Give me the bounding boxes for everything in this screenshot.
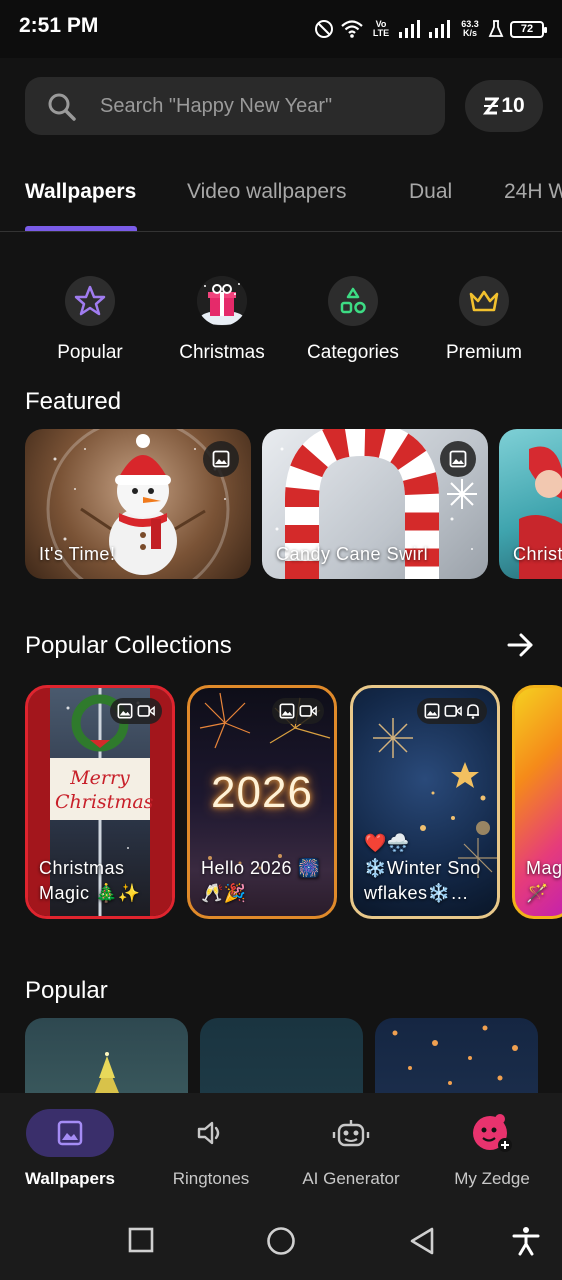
coins-button[interactable]: 10	[465, 80, 543, 132]
featured-card-candy-cane[interactable]: Candy Cane Swirl	[262, 429, 488, 579]
bell-icon	[467, 704, 479, 719]
quick-label: Christmas	[179, 342, 265, 363]
dnd-icon	[315, 20, 333, 38]
tab-dual[interactable]: Dual	[409, 180, 452, 204]
accessibility-icon[interactable]	[512, 1226, 540, 1256]
featured-title: Featured	[25, 388, 122, 415]
net-speed: 63.3 K/s	[458, 20, 482, 38]
collection-card-christmas-magic[interactable]: Merry Christmas Christmas Magic 🎄✨	[25, 685, 175, 919]
system-navigation-bar	[0, 1204, 562, 1280]
nav-label: My Zedge	[454, 1169, 530, 1188]
nav-my-zedge[interactable]: My Zedge	[422, 1109, 562, 1189]
image-icon	[279, 703, 295, 719]
search-bar[interactable]: Search "Happy New Year"	[25, 77, 445, 135]
image-type-badge	[440, 441, 476, 477]
star-icon	[65, 276, 115, 326]
status-bar: 2:51 PM Vo LTE 63.3 K/s 72	[0, 0, 562, 58]
quick-popular[interactable]: Popular	[35, 276, 145, 364]
nav-ringtones[interactable]: Ringtones	[141, 1109, 281, 1189]
wifi-icon	[341, 20, 363, 38]
popular-title: Popular	[25, 977, 108, 1004]
gift-icon	[197, 276, 247, 326]
back-icon[interactable]	[408, 1226, 436, 1256]
arrow-right-icon[interactable]	[506, 630, 536, 660]
quick-label: Premium	[445, 342, 522, 363]
speaker-icon	[167, 1109, 255, 1157]
nav-ai-generator[interactable]: AI Generator	[281, 1109, 421, 1189]
shapes-icon	[328, 276, 378, 326]
collection-card-hello-2026[interactable]: 2026 Hello 2026 🎆🥂🎉	[187, 685, 337, 919]
media-type-badge	[110, 698, 162, 724]
coins-count: 10	[501, 94, 525, 117]
tab-video-wallpapers[interactable]: Video wallpapers	[187, 180, 347, 204]
quick-label: Categories	[307, 342, 399, 363]
featured-card-snowman[interactable]: It's Time!	[25, 429, 251, 579]
collection-card-magic[interactable]: Mag 🪄	[512, 685, 562, 919]
image-type-badge	[203, 441, 239, 477]
avatar-icon	[448, 1109, 536, 1157]
video-icon	[444, 705, 462, 717]
status-time: 2:51 PM	[19, 14, 99, 37]
quick-christmas[interactable]: Christmas	[167, 276, 277, 364]
merry-christmas-sign: Merry Christmas	[55, 767, 154, 813]
featured-label: Christ	[513, 544, 562, 564]
robot-icon	[307, 1109, 395, 1157]
home-icon[interactable]	[265, 1226, 297, 1256]
featured-label: Candy Cane Swirl	[276, 544, 429, 564]
signal-icon	[399, 20, 420, 38]
quick-categories[interactable]: Categories	[298, 276, 408, 364]
signal-icon-2	[429, 20, 450, 38]
video-icon	[299, 705, 317, 717]
battery-icon: 72	[510, 20, 547, 38]
nav-label: AI Generator	[302, 1169, 400, 1188]
wallpaper-icon	[26, 1109, 114, 1157]
collections-title: Popular Collections	[25, 632, 232, 659]
featured-label: It's Time!	[39, 544, 116, 564]
tab-bar: Wallpapers Video wallpapers Dual 24H W	[0, 160, 562, 232]
network-type: Vo LTE	[372, 19, 390, 38]
flask-icon	[488, 20, 504, 37]
crown-icon	[459, 276, 509, 326]
video-icon	[137, 705, 155, 717]
recents-icon[interactable]	[127, 1226, 155, 1254]
collection-label: Hello 2026 🎆🥂🎉	[201, 858, 321, 903]
image-icon	[449, 450, 467, 468]
nav-wallpapers[interactable]: Wallpapers	[0, 1109, 140, 1189]
tab-indicator	[25, 226, 137, 231]
bottom-navigation: Wallpapers Ringtones AI Generator My Zed…	[0, 1093, 562, 1204]
status-icons: Vo LTE 63.3 K/s 72	[314, 14, 547, 44]
image-icon	[117, 703, 133, 719]
collection-label: Mag 🪄	[526, 858, 562, 903]
tab-wallpapers[interactable]: Wallpapers	[25, 180, 136, 204]
image-icon	[212, 450, 230, 468]
search-placeholder: Search "Happy New Year"	[100, 95, 333, 117]
media-type-badge	[272, 698, 324, 724]
zedge-coin-icon	[483, 97, 500, 115]
media-type-badge	[417, 698, 487, 724]
collection-card-winter-snowflakes[interactable]: ❤️🌨️ ❄️Winter Sno wflakes❄️…	[350, 685, 500, 919]
year-2026: 2026	[211, 768, 313, 817]
nav-label: Ringtones	[172, 1169, 250, 1188]
collection-label: Christmas Magic 🎄✨	[39, 858, 141, 903]
tab-24h[interactable]: 24H W	[504, 180, 562, 204]
quick-label: Popular	[57, 342, 123, 363]
search-icon	[48, 93, 76, 121]
net-speed-unit: K/s	[462, 28, 477, 38]
image-icon	[424, 703, 440, 719]
collection-label: ❤️🌨️ ❄️Winter Sno wflakes❄️…	[364, 833, 481, 903]
quick-premium[interactable]: Premium	[429, 276, 539, 364]
featured-card-christmas[interactable]: Christ	[499, 429, 562, 579]
nav-label: Wallpapers	[24, 1169, 116, 1188]
